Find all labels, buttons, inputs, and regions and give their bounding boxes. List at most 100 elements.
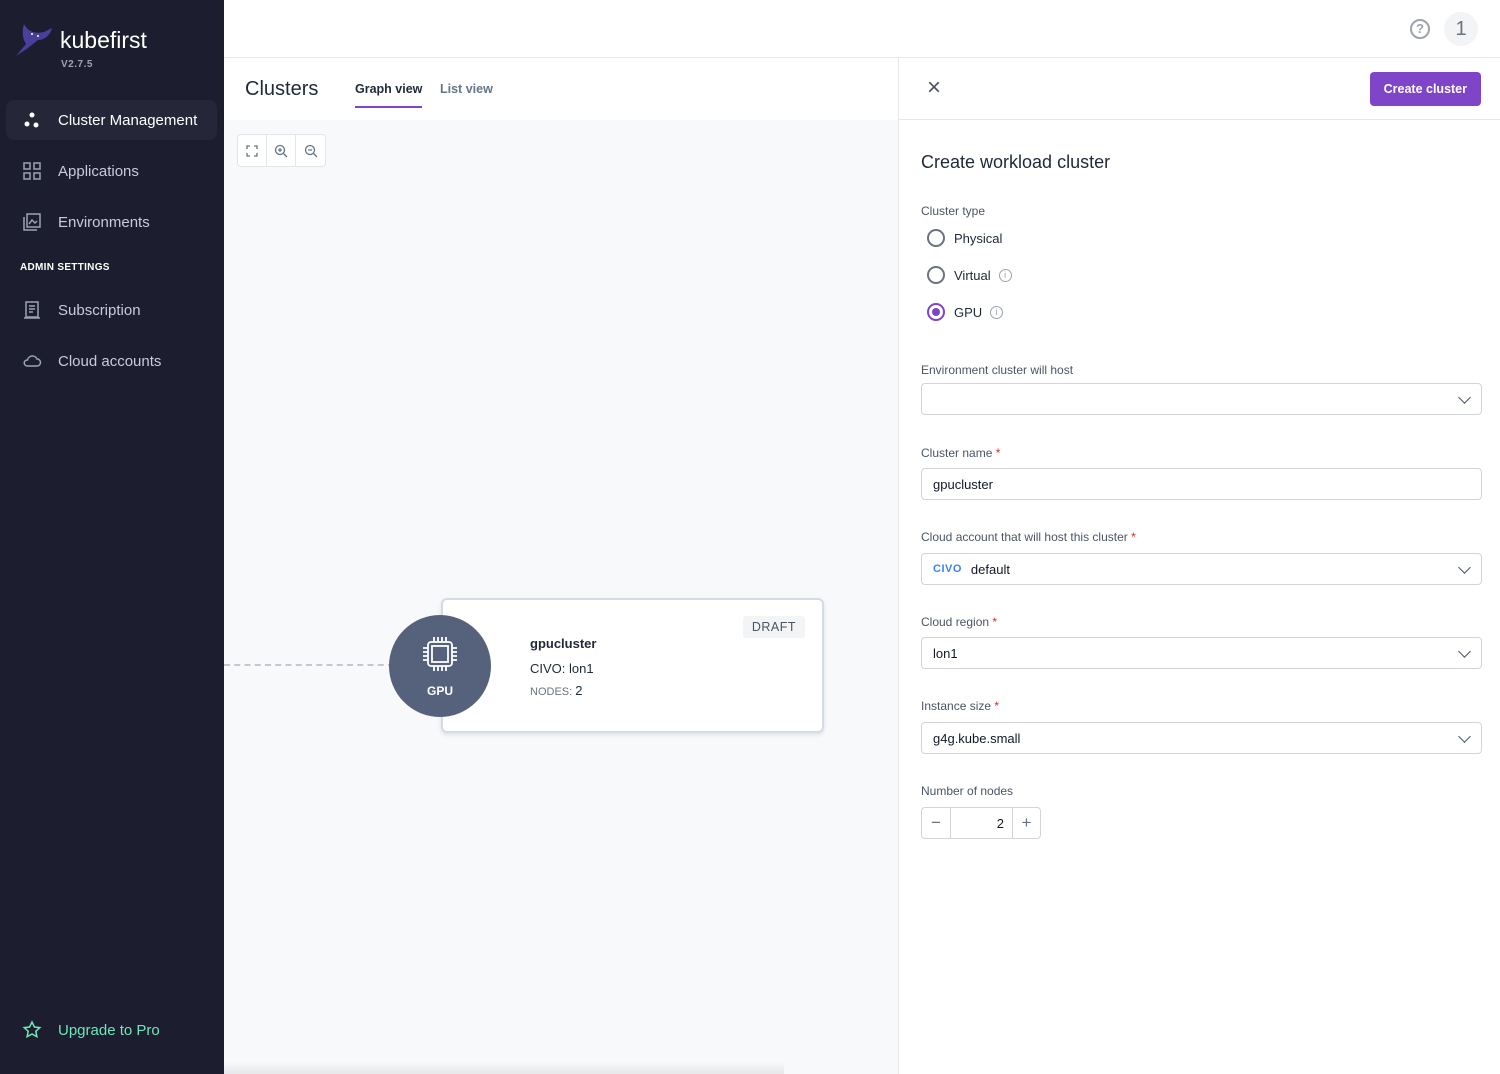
close-icon[interactable]: ×: [927, 76, 941, 100]
page-title: Clusters: [245, 78, 319, 100]
sidebar-item-cloud-accounts[interactable]: Cloud accounts: [6, 341, 217, 381]
sidebar: kubefirst V2.7.5 Cluster Management Appl…: [0, 0, 224, 1074]
create-cluster-button[interactable]: Create cluster: [1369, 72, 1481, 106]
app-version: V2.7.5: [61, 59, 93, 70]
increment-button[interactable]: +: [1012, 808, 1040, 838]
cloud-icon: [23, 355, 42, 367]
zoom-out-icon: [304, 144, 317, 157]
required-marker: *: [992, 615, 998, 629]
instance-size-value: g4g.kube.small: [933, 730, 1021, 746]
logo[interactable]: kubefirst: [14, 22, 147, 58]
cloud-account-value: default: [970, 561, 1010, 577]
top-bar: ? 1: [224, 0, 1500, 58]
cloud-account-label: Cloud account that will host this cluste…: [921, 530, 1136, 544]
nodes-count: 2: [575, 683, 583, 698]
chevron-down-icon: [1458, 561, 1471, 574]
cloud-region-label: Cloud region *: [921, 615, 997, 629]
star-icon: [22, 1020, 42, 1039]
admin-settings-heading: ADMIN SETTINGS: [20, 262, 110, 273]
zoom-in-icon: [274, 144, 288, 157]
sidebar-item-applications[interactable]: Applications: [6, 151, 217, 191]
upgrade-to-pro-link[interactable]: Upgrade to Pro: [6, 1010, 217, 1050]
upgrade-label: Upgrade to Pro: [58, 1021, 160, 1039]
grid-icon: [23, 162, 41, 180]
cloud-region-value: lon1: [933, 645, 958, 661]
environment-select[interactable]: [921, 383, 1482, 415]
sidebar-item-cluster-management[interactable]: Cluster Management: [6, 100, 217, 140]
radio-circle[interactable]: [927, 303, 945, 321]
graph-canvas[interactable]: gpucluster CIVO: lon1 NODES: 2 DRAFT GPU: [224, 120, 898, 1074]
instance-size-select[interactable]: g4g.kube.small: [921, 722, 1482, 754]
number-of-nodes-label: Number of nodes: [921, 784, 1014, 798]
graph-toolbar: [237, 134, 326, 167]
cluster-provider: CIVO: lon1: [530, 661, 594, 676]
gpu-chip-icon: [423, 637, 457, 671]
chevron-down-icon: [1458, 645, 1471, 658]
cluster-type-circle: GPU: [389, 615, 491, 717]
cluster-name-value: gpucluster: [933, 476, 993, 492]
tab-list-view[interactable]: List view: [440, 82, 493, 106]
cluster-name: gpucluster: [530, 636, 597, 651]
help-icon[interactable]: ?: [1410, 19, 1430, 39]
required-marker: *: [994, 699, 1000, 713]
sidebar-item-subscription[interactable]: Subscription: [6, 290, 217, 330]
zoom-in-button[interactable]: [267, 135, 296, 166]
info-icon[interactable]: i: [998, 268, 1012, 282]
fullscreen-icon: [246, 144, 258, 157]
required-marker: *: [995, 446, 1001, 460]
cluster-type-label: Cluster type: [921, 204, 986, 218]
instance-size-label: Instance size *: [921, 699, 999, 713]
receipt-icon: [24, 301, 40, 319]
panel-title: Create workload cluster: [921, 152, 1111, 172]
cluster-type-label: GPU: [426, 684, 453, 698]
radio-circle[interactable]: [927, 229, 945, 247]
radio-label: Virtual: [954, 267, 991, 283]
radio-circle[interactable]: [927, 266, 945, 284]
environment-label: Environment cluster will host: [921, 363, 1074, 377]
chevron-down-icon: [1458, 730, 1471, 743]
sidebar-item-label: Cloud accounts: [58, 352, 162, 370]
scroll-shadow: [224, 1062, 784, 1074]
status-badge: DRAFT: [742, 616, 805, 638]
cluster-nodes: NODES: 2: [530, 683, 582, 698]
nodes-input[interactable]: 2: [951, 808, 1012, 838]
sidebar-item-label: Subscription: [58, 301, 141, 319]
clusters-header: Clusters Graph view List view: [224, 58, 898, 120]
chevron-down-icon: [1458, 391, 1471, 404]
info-icon[interactable]: i: [990, 305, 1004, 319]
edge-line: [224, 664, 394, 666]
label-text: Cloud account that will host this cluste…: [921, 530, 1128, 544]
sidebar-item-label: Environments: [58, 213, 150, 231]
radio-label: Physical: [954, 230, 1003, 246]
environments-icon: [23, 213, 41, 231]
cluster-node-card[interactable]: gpucluster CIVO: lon1 NODES: 2 DRAFT: [441, 598, 824, 733]
radio-physical[interactable]: Physical: [927, 229, 1002, 247]
cluster-name-label: Cluster name *: [921, 446, 1000, 460]
required-marker: *: [1131, 530, 1136, 544]
label-text: Instance size: [921, 699, 992, 713]
civo-logo-icon: CIVO: [933, 563, 962, 575]
cloud-region-select[interactable]: lon1: [921, 637, 1482, 669]
nodes-stepper: − 2 +: [921, 807, 1041, 839]
kubefirst-logo-icon: [16, 24, 52, 56]
sidebar-item-label: Applications: [58, 162, 139, 180]
sidebar-item-environments[interactable]: Environments: [6, 202, 217, 242]
fit-view-button[interactable]: [238, 135, 267, 166]
cluster-name-input[interactable]: gpucluster: [921, 468, 1482, 500]
decrement-button[interactable]: −: [922, 808, 951, 838]
label-text: Cluster name: [921, 446, 993, 460]
tab-graph-view[interactable]: Graph view: [355, 82, 423, 108]
radio-virtual[interactable]: Virtual i: [927, 266, 1012, 284]
radio-label: GPU: [954, 304, 983, 320]
zoom-out-button[interactable]: [296, 135, 325, 166]
avatar[interactable]: 1: [1444, 12, 1478, 46]
cloud-account-select[interactable]: CIVO default: [921, 553, 1482, 585]
create-cluster-panel: × Create cluster Create workload cluster…: [898, 58, 1500, 1074]
nodes-label: NODES:: [530, 686, 573, 698]
sidebar-item-label: Cluster Management: [58, 111, 198, 129]
label-text: Cloud region: [921, 615, 990, 629]
app-name: kubefirst: [60, 26, 147, 53]
radio-gpu[interactable]: GPU i: [927, 303, 1004, 321]
panel-header: × Create cluster: [899, 58, 1500, 120]
cluster-icon: [24, 112, 39, 128]
